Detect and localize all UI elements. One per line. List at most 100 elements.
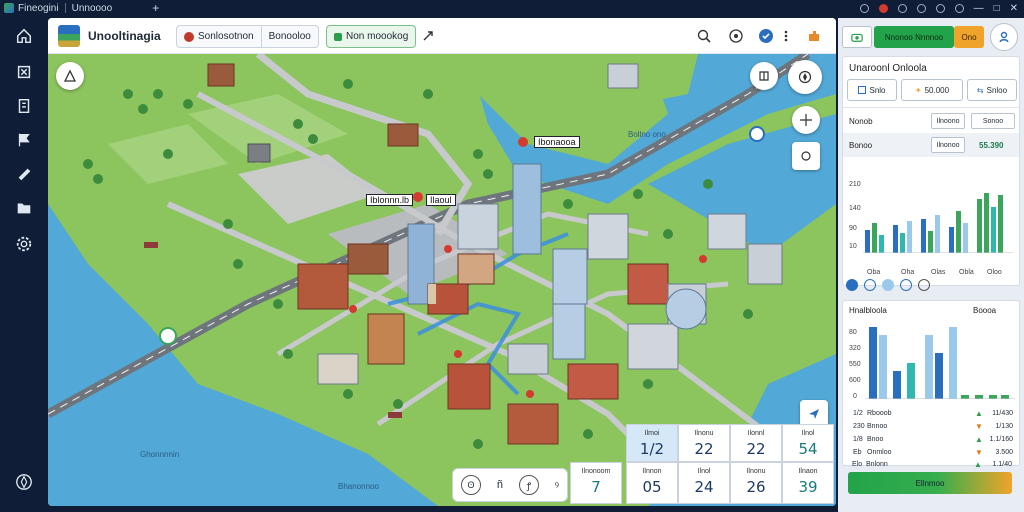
card-action[interactable]: Boooa: [973, 306, 996, 315]
close-button[interactable]: ✕: [1010, 3, 1018, 14]
help-icon[interactable]: [897, 3, 907, 13]
primary-cta-button[interactable]: Ellnmoo: [848, 472, 1012, 494]
action-button[interactable]: Non moookog: [326, 25, 417, 48]
eye-icon[interactable]: [900, 279, 912, 291]
y-tick: 10: [849, 243, 857, 250]
legend-row[interactable]: 230 Bnnoo ▼ 1/130: [853, 420, 1013, 432]
stat-tile[interactable]: Ilnonu 22: [678, 424, 730, 462]
poi-label[interactable]: Iblonnn.lb: [366, 194, 414, 206]
y-tick: 600: [849, 377, 861, 384]
y-tick: 210: [849, 181, 861, 188]
legend-row[interactable]: 1/2 Rbooob ▲ 11/430: [853, 407, 1013, 419]
map-control-bar: ʘ ñ ꝭ ꝰ: [452, 468, 568, 502]
zoom-button[interactable]: [792, 142, 820, 170]
bell-icon[interactable]: [935, 3, 945, 13]
home-icon[interactable]: [14, 26, 34, 46]
record-icon[interactable]: [878, 3, 888, 13]
filter-chip[interactable]: ✦ 50.000: [901, 79, 963, 101]
row-name: Onmloo: [867, 448, 892, 456]
y-tick: 550: [849, 361, 861, 368]
plus-icon: [334, 32, 342, 41]
stat-tile[interactable]: Ilnnon 05: [626, 462, 678, 504]
map-control-a[interactable]: ʘ: [460, 475, 481, 495]
stat-tile[interactable]: Ilnaon 39: [782, 462, 834, 504]
info-icon[interactable]: [864, 279, 876, 291]
stat-tile[interactable]: Ilnonoom 7: [570, 462, 622, 504]
row-button[interactable]: Sonoo: [971, 113, 1015, 129]
flag-icon[interactable]: [14, 130, 34, 150]
bar-chart-1[interactable]: [863, 175, 1015, 253]
row-name: Bnlonn: [866, 460, 888, 468]
bar-chart-2[interactable]: [865, 323, 1015, 399]
gps-icon[interactable]: [792, 106, 820, 134]
plugin-icon[interactable]: [804, 26, 824, 46]
map-control-d[interactable]: ꝰ: [555, 478, 559, 493]
layers-toggle-button[interactable]: [750, 62, 778, 90]
secondary-action-button[interactable]: Ono: [954, 26, 984, 48]
stat-tile[interactable]: Ilonnl 22: [730, 424, 782, 462]
notifications-icon[interactable]: [859, 3, 869, 13]
primary-action-button[interactable]: Nnonoo Nnnnoo: [874, 26, 954, 48]
shield-icon[interactable]: [756, 26, 776, 46]
segment-sonlosotnon[interactable]: Sonlosotnon: [177, 26, 261, 47]
filter-icon[interactable]: [846, 279, 858, 291]
up-arrow-icon: ▲: [974, 459, 982, 469]
row-button[interactable]: Ilnoono: [931, 113, 965, 129]
filter-chip[interactable]: ⇆ Snloo: [967, 79, 1017, 101]
row-name: Rbooob: [867, 409, 892, 417]
settings-icon[interactable]: [14, 234, 34, 254]
city-map[interactable]: Ibonaooa Iblonnn.lb Ilaoul Ghonnnnin Bha…: [48, 54, 836, 506]
route-icon[interactable]: [14, 96, 34, 116]
water-label: Bhanonnoo: [338, 482, 379, 491]
search-icon[interactable]: [694, 26, 714, 46]
maximize-button[interactable]: □: [994, 3, 1000, 14]
poi-label[interactable]: Ilaoul: [426, 194, 456, 206]
new-tab-button[interactable]: +: [152, 1, 159, 15]
camera-icon[interactable]: [842, 26, 872, 48]
map-control-c[interactable]: ꝭ: [518, 475, 539, 495]
refresh-icon[interactable]: [726, 26, 746, 46]
compass-icon[interactable]: [14, 472, 34, 492]
clock-icon[interactable]: [918, 279, 930, 291]
row-name: Bnnoo: [867, 422, 888, 430]
more-icon[interactable]: [776, 26, 796, 46]
stats-grid: Ilmoi 1/2 Ilnonu 22 Ilonnl 22 Ilnol 54 Ilnon…: [570, 424, 834, 506]
stat-tile[interactable]: Ilnol 24: [678, 462, 730, 504]
row-value: 3.500: [995, 448, 1013, 456]
filter-chip[interactable]: Snlo: [847, 79, 897, 101]
poi-label[interactable]: Ibonaooa: [534, 136, 580, 148]
segment-label: Bonooloo: [268, 31, 311, 42]
locate-button[interactable]: [56, 62, 84, 90]
stat-tile[interactable]: Ilnonu 26: [730, 462, 782, 504]
user-avatar[interactable]: [990, 23, 1018, 51]
legend-row[interactable]: Elo Bnlonn ▲ 1.1/40: [852, 458, 1012, 470]
legend-row[interactable]: 1/8 Bnoo ▲ 1.1/160: [853, 433, 1013, 445]
stat-tile[interactable]: Ilmoi 1/2: [626, 424, 678, 462]
up-arrow-icon: ▲: [975, 434, 983, 444]
app-name: Fineogini: [18, 2, 59, 14]
row-button[interactable]: Ilnonoo: [931, 137, 965, 153]
account-icon[interactable]: [916, 3, 926, 13]
analytics-card: Hnalbloola Boooa 80 320 550 600 0 1/2 Rbo…: [842, 300, 1020, 466]
stat-tile[interactable]: Ilnol 54: [782, 424, 834, 462]
y-tick: 80: [849, 329, 857, 336]
legend-row[interactable]: Eb Onmloo ▼ 3.500: [853, 446, 1013, 458]
divider: [843, 107, 1019, 108]
chip-label: 50.000: [924, 85, 950, 95]
compass-button[interactable]: [788, 60, 822, 94]
minimize-button[interactable]: —: [974, 3, 984, 14]
row-num: 1/8: [853, 435, 863, 443]
tab-name[interactable]: Unnoooo: [72, 3, 113, 14]
map-window: Unooltinagia Sonlosotnon Bonooloo Non mo…: [48, 18, 836, 506]
layers-icon[interactable]: [14, 62, 34, 82]
map-control-b[interactable]: ñ: [497, 479, 503, 491]
stat-value: 1/2: [639, 440, 665, 458]
folder-icon[interactable]: [14, 198, 34, 218]
share-icon[interactable]: [954, 3, 964, 13]
segment-bonooloo[interactable]: Bonooloo: [260, 26, 318, 47]
measure-icon[interactable]: [14, 164, 34, 184]
toolbar: Unooltinagia Sonlosotnon Bonooloo Non mo…: [48, 18, 836, 54]
chip-label: Snlo: [869, 85, 886, 95]
expand-icon[interactable]: [418, 26, 438, 46]
pin-icon[interactable]: [882, 279, 894, 291]
